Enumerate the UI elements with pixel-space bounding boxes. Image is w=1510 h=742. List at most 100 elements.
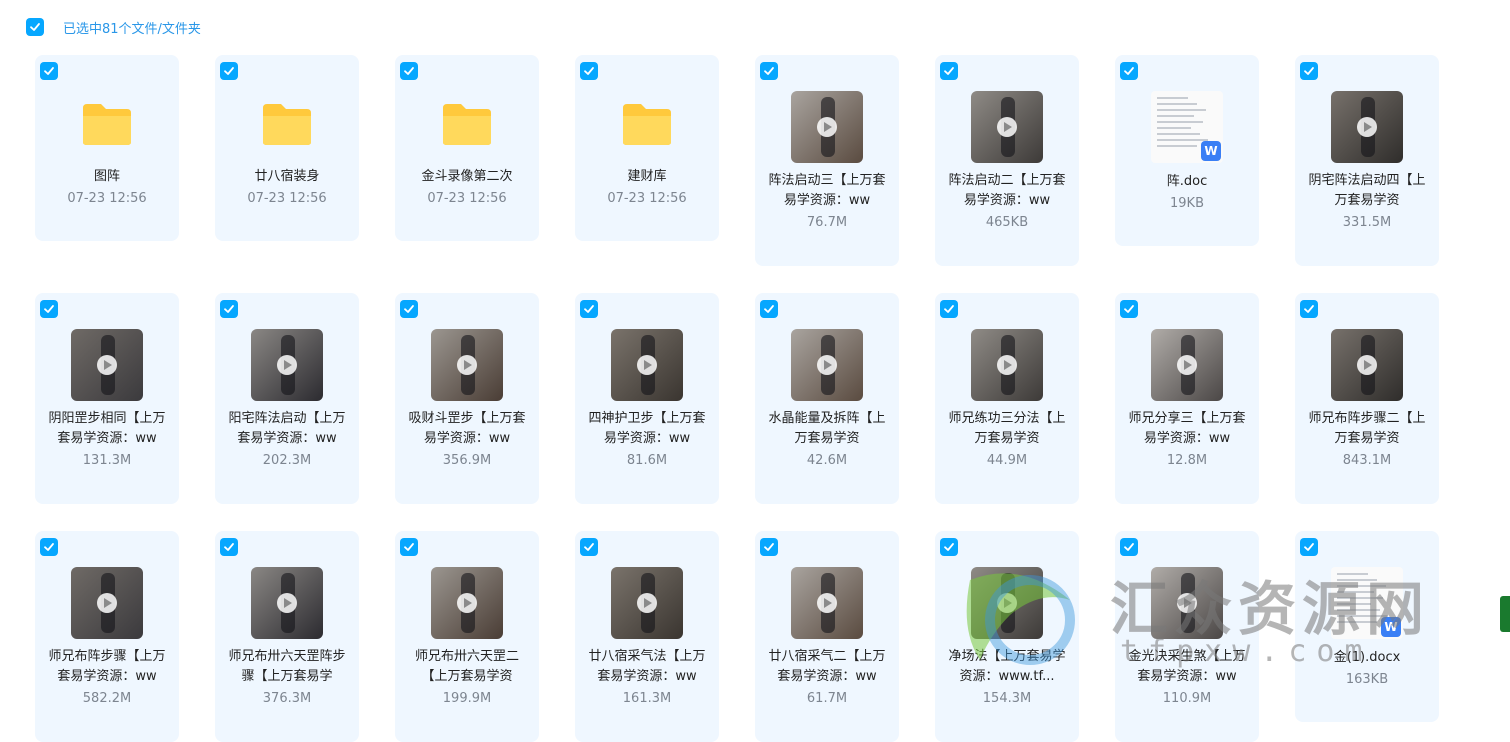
item-checkbox[interactable]	[760, 300, 778, 318]
folder-icon	[261, 102, 313, 146]
video-card[interactable]: 阴宅阵法启动四【上万套易学资 331.5M	[1295, 55, 1439, 266]
check-icon	[224, 305, 234, 313]
file-name: 师兄布阵步骤【上万套易学资源：ww	[48, 649, 166, 684]
folder-card[interactable]: 建财库 07-23 12:56	[575, 55, 719, 241]
video-card[interactable]: 师兄布阵步骤【上万套易学资源：ww 582.2M	[35, 531, 179, 742]
file-size: 376.3M	[262, 691, 312, 706]
video-card[interactable]: 师兄布阵步骤二【上万套易学资 843.1M	[1295, 293, 1439, 504]
item-checkbox[interactable]	[580, 300, 598, 318]
video-card[interactable]: 金光决采生煞【上万套易学资源：ww 110.9M	[1115, 531, 1259, 742]
item-checkbox[interactable]	[580, 538, 598, 556]
item-checkbox[interactable]	[760, 538, 778, 556]
item-checkbox[interactable]	[1300, 300, 1318, 318]
video-card[interactable]: 阵法启动三【上万套易学资源：ww 76.7M	[755, 55, 899, 266]
folder-card[interactable]: 金斗录像第二次 07-23 12:56	[395, 55, 539, 241]
video-card[interactable]: 廿八宿采气法【上万套易学资源：ww 161.3M	[575, 531, 719, 742]
file-name: 四神护卫步【上万套易学资源：ww	[588, 411, 706, 446]
check-icon	[764, 543, 774, 551]
file-size: 42.6M	[806, 453, 848, 468]
word-doc-icon: W	[1201, 141, 1221, 161]
file-size: 331.5M	[1342, 215, 1392, 230]
check-icon	[224, 543, 234, 551]
play-icon	[637, 355, 657, 375]
edge-float-icon[interactable]	[1500, 596, 1510, 632]
file-size: 843.1M	[1342, 453, 1392, 468]
video-card[interactable]: 吸财斗罡步【上万套易学资源：ww 356.9M	[395, 293, 539, 504]
word-doc-icon: W	[1381, 617, 1401, 637]
folder-card[interactable]: 廿八宿装身 07-23 12:56	[215, 55, 359, 241]
item-checkbox[interactable]	[1120, 62, 1138, 80]
file-name: 金斗录像第二次	[421, 169, 513, 184]
item-checkbox[interactable]	[220, 300, 238, 318]
item-checkbox[interactable]	[940, 62, 958, 80]
file-grid: 图阵 07-23 12:56 廿八宿装身 07-23 12:56 金斗录像第二次 07-2…	[0, 0, 1510, 742]
item-checkbox[interactable]	[1120, 300, 1138, 318]
check-icon	[584, 67, 594, 75]
video-thumbnail	[251, 329, 323, 401]
item-checkbox[interactable]	[220, 538, 238, 556]
check-icon	[1304, 67, 1314, 75]
item-checkbox[interactable]	[400, 300, 418, 318]
file-size: 465KB	[985, 215, 1029, 230]
item-checkbox[interactable]	[1300, 62, 1318, 80]
doc-card[interactable]: W 阵.doc 19KB	[1115, 55, 1259, 246]
file-size: 44.9M	[986, 453, 1028, 468]
item-checkbox[interactable]	[40, 538, 58, 556]
item-checkbox[interactable]	[1120, 538, 1138, 556]
file-size: 19KB	[1170, 196, 1204, 211]
item-checkbox[interactable]	[40, 62, 58, 80]
video-card[interactable]: 阳宅阵法启动【上万套易学资源：ww 202.3M	[215, 293, 359, 504]
file-name: 阳宅阵法启动【上万套易学资源：ww	[228, 411, 346, 446]
file-size: 199.9M	[442, 691, 492, 706]
video-thumbnail	[251, 567, 323, 639]
video-card[interactable]: 阵法启动二【上万套易学资源：ww 465KB	[935, 55, 1079, 266]
check-icon	[44, 305, 54, 313]
file-name: 净场法【上万套易学资源：www.tf...	[948, 649, 1066, 684]
file-size: 163KB	[1345, 672, 1389, 687]
video-card[interactable]: 阴阳罡步相同【上万套易学资源：ww 131.3M	[35, 293, 179, 504]
file-size: 356.9M	[442, 453, 492, 468]
folder-card[interactable]: 图阵 07-23 12:56	[35, 55, 179, 241]
file-date: 07-23 12:56	[67, 191, 147, 206]
video-card[interactable]: 四神护卫步【上万套易学资源：ww 81.6M	[575, 293, 719, 504]
play-icon	[817, 117, 837, 137]
file-size: 154.3M	[982, 691, 1032, 706]
item-checkbox[interactable]	[940, 300, 958, 318]
play-icon	[817, 593, 837, 613]
play-icon	[1177, 355, 1197, 375]
play-icon	[997, 117, 1017, 137]
item-checkbox[interactable]	[940, 538, 958, 556]
video-thumbnail	[971, 329, 1043, 401]
item-checkbox[interactable]	[1300, 538, 1318, 556]
video-card[interactable]: 师兄练功三分法【上万套易学资 44.9M	[935, 293, 1079, 504]
video-card[interactable]: 师兄分享三【上万套易学资源：ww 12.8M	[1115, 293, 1259, 504]
item-checkbox[interactable]	[220, 62, 238, 80]
play-icon	[1357, 117, 1377, 137]
video-thumbnail	[791, 567, 863, 639]
check-icon	[1124, 305, 1134, 313]
video-card[interactable]: 师兄布卅六天罡二【上万套易学资 199.9M	[395, 531, 539, 742]
video-card[interactable]: 廿八宿采气二【上万套易学资源：ww 61.7M	[755, 531, 899, 742]
check-icon	[404, 67, 414, 75]
file-date: 07-23 12:56	[607, 191, 687, 206]
item-checkbox[interactable]	[400, 538, 418, 556]
file-name: 水晶能量及拆阵【上万套易学资	[768, 411, 886, 446]
video-thumbnail	[1151, 567, 1223, 639]
video-thumbnail	[611, 329, 683, 401]
file-size: 110.9M	[1162, 691, 1212, 706]
video-card[interactable]: 水晶能量及拆阵【上万套易学资 42.6M	[755, 293, 899, 504]
file-size: 76.7M	[806, 215, 848, 230]
video-thumbnail	[71, 329, 143, 401]
doc-card[interactable]: W 金(1).docx 163KB	[1295, 531, 1439, 722]
check-icon	[944, 67, 954, 75]
item-checkbox[interactable]	[760, 62, 778, 80]
video-card[interactable]: 师兄布卅六天罡阵步骤【上万套易学 376.3M	[215, 531, 359, 742]
item-checkbox[interactable]	[40, 300, 58, 318]
video-card[interactable]: 净场法【上万套易学资源：www.tf... 154.3M	[935, 531, 1079, 742]
file-date: 07-23 12:56	[427, 191, 507, 206]
play-icon	[1177, 593, 1197, 613]
item-checkbox[interactable]	[400, 62, 418, 80]
folder-icon	[621, 102, 673, 146]
item-checkbox[interactable]	[580, 62, 598, 80]
folder-icon	[81, 102, 133, 146]
